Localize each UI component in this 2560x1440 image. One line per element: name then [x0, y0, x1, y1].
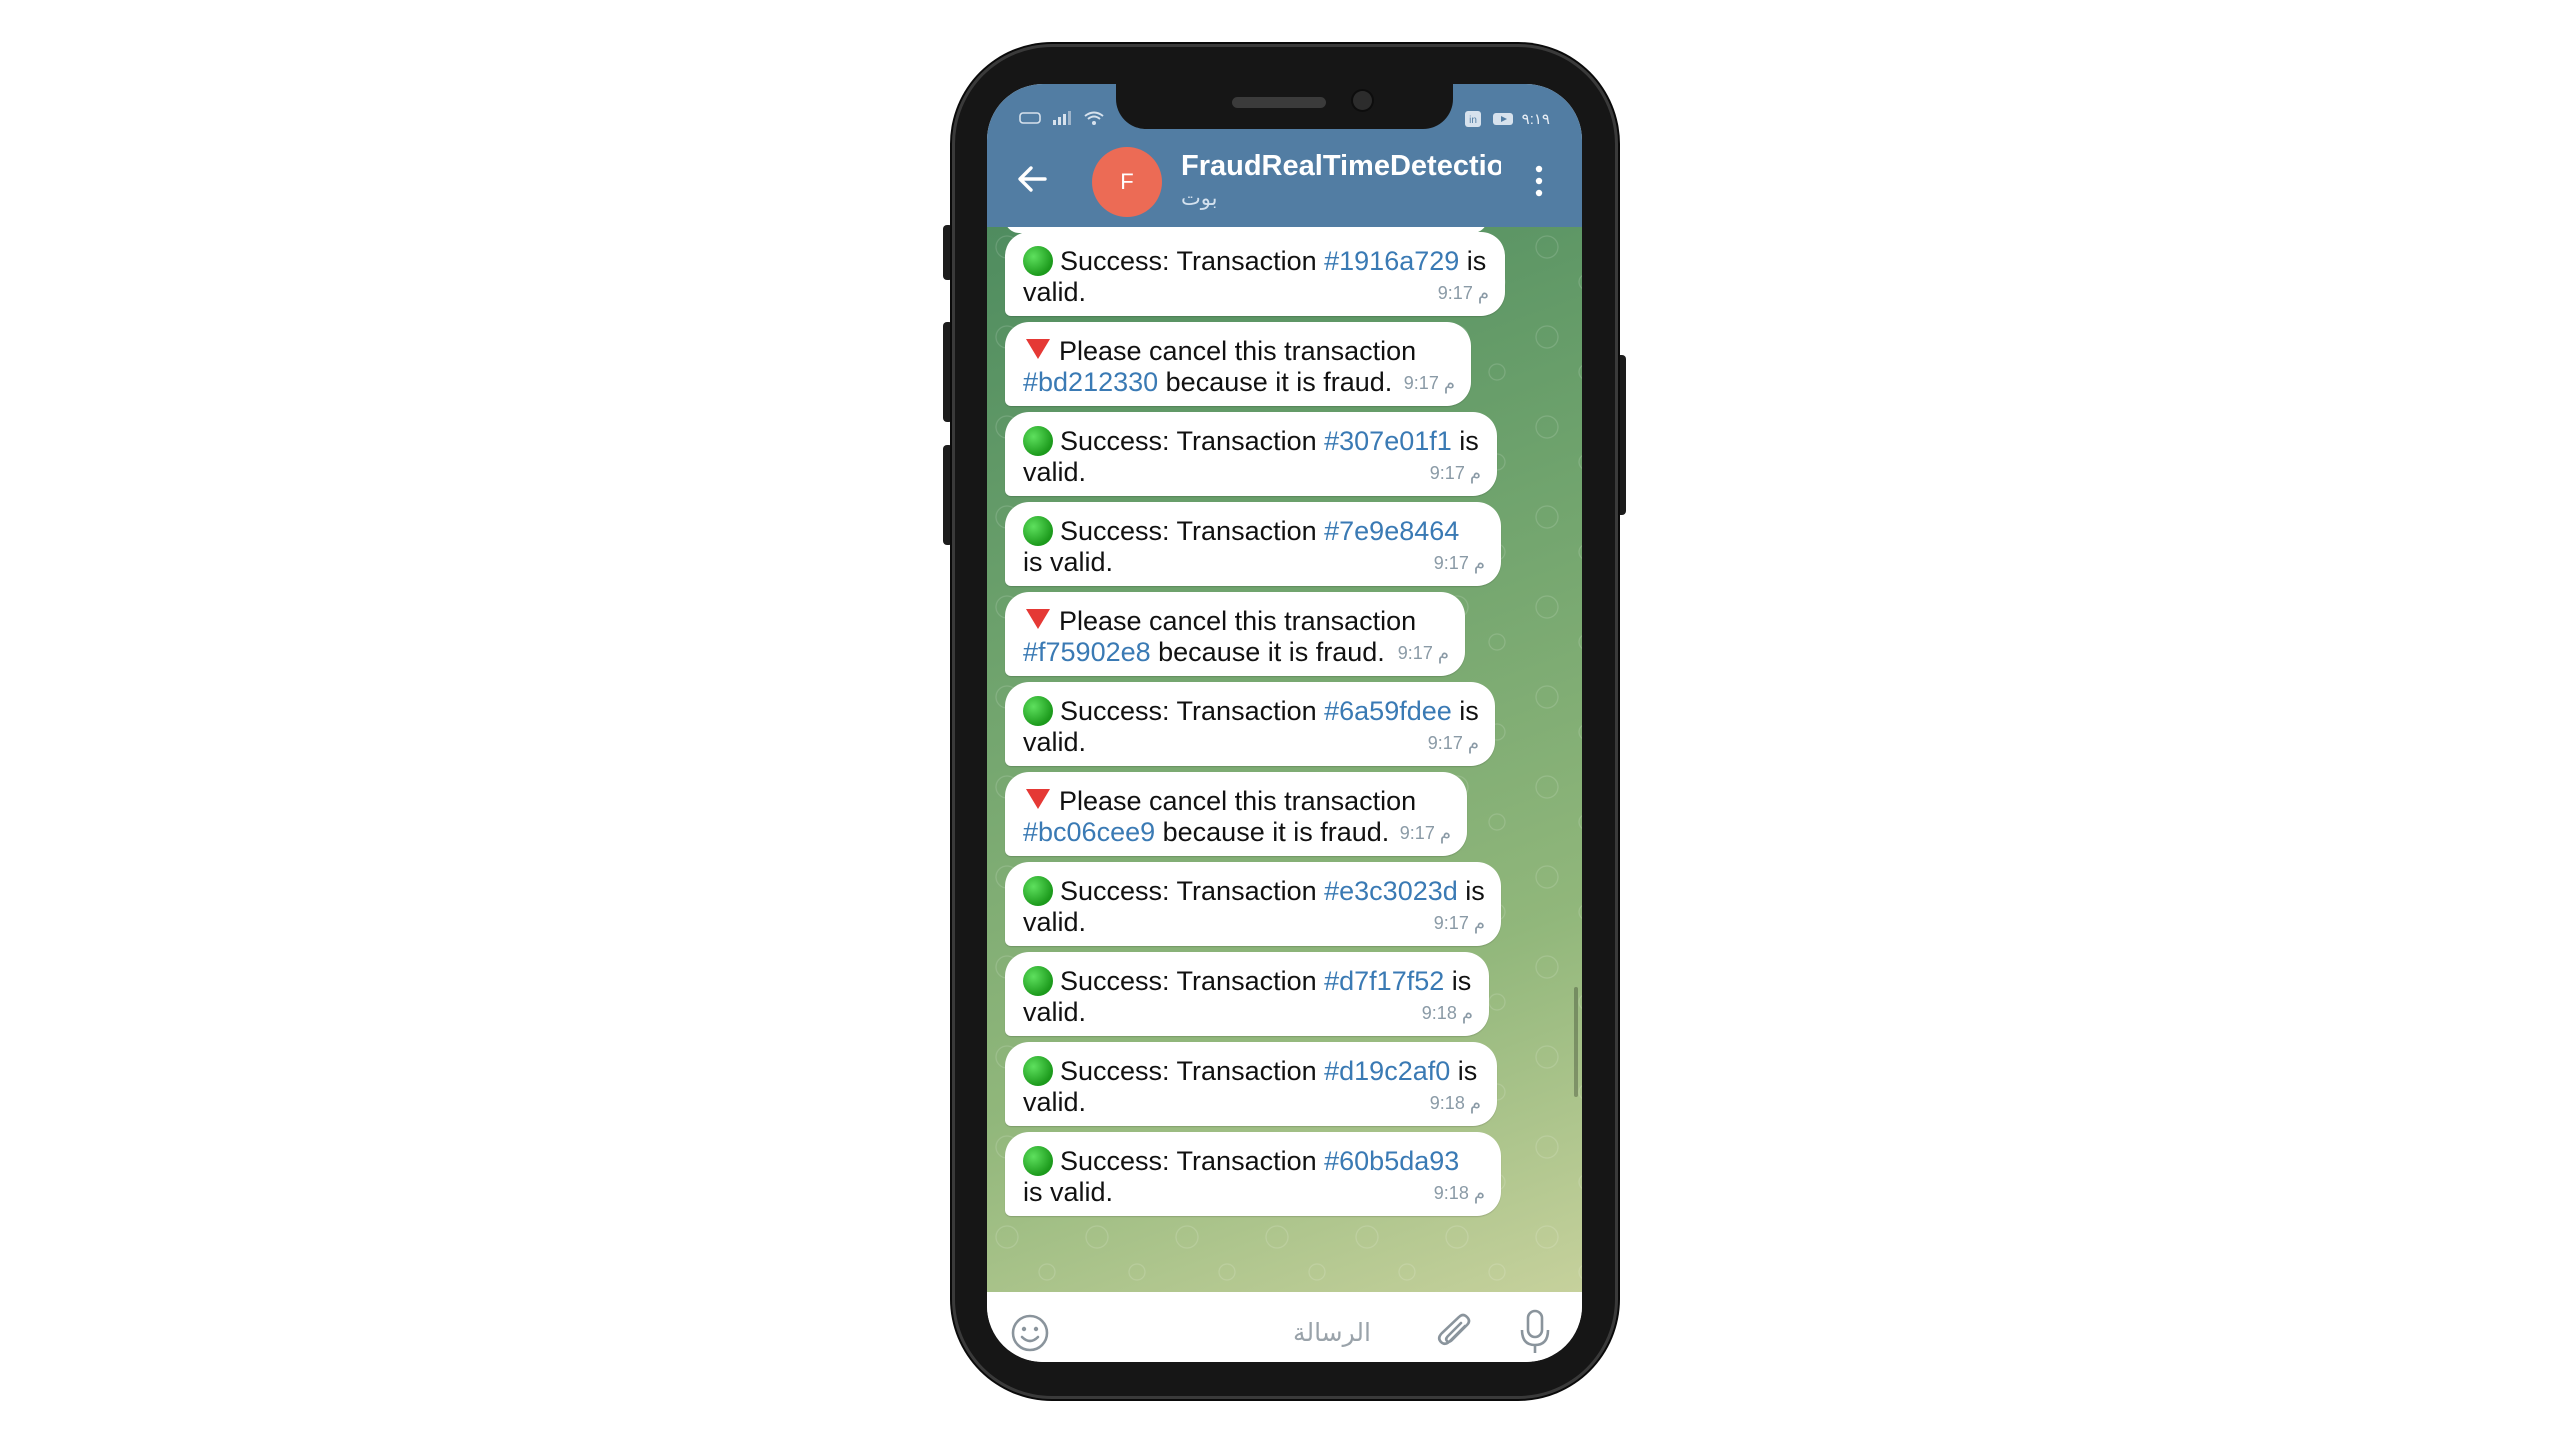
red-triangle-icon: [1026, 339, 1050, 359]
message-timestamp: 9:18 م: [1429, 1093, 1481, 1113]
chat-title[interactable]: FraudRealTimeDetection: [1181, 150, 1501, 183]
message-text: because it is fraud.: [1155, 817, 1390, 847]
transaction-hashtag-link[interactable]: #6a59fdee: [1324, 696, 1452, 726]
success-message[interactable]: Success: Transaction #6a59fdee is valid.…: [1005, 682, 1495, 766]
chat-area[interactable]: Success: Transaction #1916a729 is valid.…: [987, 227, 1582, 1292]
message-text: Success: Transaction: [1060, 966, 1325, 996]
message-text: Success: Transaction: [1060, 516, 1325, 546]
transaction-hashtag-link[interactable]: #f75902e8: [1023, 637, 1151, 667]
message-text: Success: Transaction: [1060, 1056, 1325, 1086]
message-text: because it is fraud.: [1150, 637, 1385, 667]
message-text: Success: Transaction: [1060, 246, 1325, 276]
back-arrow-icon[interactable]: [1015, 162, 1049, 196]
transaction-hashtag-link[interactable]: #d19c2af0: [1324, 1056, 1450, 1086]
success-message[interactable]: Success: Transaction #d19c2af0 is valid.…: [1005, 1042, 1497, 1126]
transaction-hashtag-link[interactable]: #bd212330: [1023, 367, 1158, 397]
fraud-alert-message[interactable]: Please cancel this transaction #bd212330…: [1005, 322, 1471, 406]
message-timestamp: 9:17 م: [1427, 733, 1479, 753]
message-timestamp: 9:17 م: [1433, 913, 1485, 933]
microphone-icon[interactable]: [1517, 1308, 1553, 1356]
hd-voice-icon: [1019, 112, 1041, 124]
transaction-hashtag-link[interactable]: #307e01f1: [1324, 426, 1452, 456]
phone-screen: in ٩:١٩ F FraudRealTimeDetection بوت Suc…: [987, 84, 1582, 1362]
red-triangle-icon: [1026, 609, 1050, 629]
success-message[interactable]: Success: Transaction #60b5da93 is valid.…: [1005, 1132, 1501, 1216]
red-triangle-icon: [1026, 789, 1050, 809]
message-timestamp: 9:17 م: [1437, 283, 1489, 303]
message-text: Success: Transaction: [1060, 1146, 1325, 1176]
success-message[interactable]: Success: Transaction #e3c3023d is valid.…: [1005, 862, 1501, 946]
green-circle-icon: [1023, 426, 1053, 456]
message-text: Success: Transaction: [1060, 426, 1325, 456]
smiley-icon[interactable]: [1009, 1312, 1051, 1354]
linkedin-icon: in: [1464, 111, 1481, 127]
success-message[interactable]: Success: Transaction #1916a729 is valid.…: [1005, 232, 1505, 316]
success-message[interactable]: Success: Transaction #d7f17f52 is valid.…: [1005, 952, 1489, 1036]
message-timestamp: 9:17 م: [1403, 373, 1455, 393]
message-input[interactable]: [1069, 1310, 1373, 1354]
scrollbar[interactable]: [1574, 987, 1578, 1097]
green-circle-icon: [1023, 966, 1053, 996]
message-text: Success: Transaction: [1060, 696, 1325, 726]
message-timestamp: 9:17 م: [1433, 553, 1485, 573]
success-message[interactable]: Success: Transaction #307e01f1 is valid.…: [1005, 412, 1497, 496]
green-circle-icon: [1023, 1146, 1053, 1176]
status-bar-left: [1019, 110, 1105, 126]
status-time: ٩:١٩: [1521, 111, 1550, 128]
success-message[interactable]: Success: Transaction #7e9e8464 is valid.…: [1005, 502, 1501, 586]
transaction-hashtag-link[interactable]: #bc06cee9: [1023, 817, 1155, 847]
svg-text:in: in: [1469, 115, 1477, 126]
earpiece-speaker: [1232, 97, 1326, 108]
message-text: Please cancel this transaction: [1059, 786, 1417, 816]
fraud-alert-message[interactable]: Please cancel this transaction #bc06cee9…: [1005, 772, 1467, 856]
message-text: Success: Transaction: [1060, 876, 1325, 906]
green-circle-icon: [1023, 516, 1053, 546]
transaction-hashtag-link[interactable]: #60b5da93: [1324, 1146, 1459, 1176]
green-circle-icon: [1023, 246, 1053, 276]
message-timestamp: 9:17 م: [1397, 643, 1449, 663]
message-timestamp: 9:17 م: [1429, 463, 1481, 483]
green-circle-icon: [1023, 1056, 1053, 1086]
transaction-hashtag-link[interactable]: #7e9e8464: [1324, 516, 1459, 546]
message-text: Please cancel this transaction: [1059, 606, 1417, 636]
paperclip-icon[interactable]: [1435, 1312, 1475, 1354]
message-timestamp: 9:18 م: [1433, 1183, 1485, 1203]
more-vertical-icon[interactable]: [1533, 164, 1545, 198]
chat-subtitle: بوت: [1181, 187, 1218, 210]
message-composer: [987, 1292, 1582, 1362]
transaction-hashtag-link[interactable]: #1916a729: [1324, 246, 1459, 276]
signal-icon: [1053, 111, 1071, 125]
message-text: is valid.: [1023, 1177, 1114, 1207]
status-bar-right: in ٩:١٩: [1462, 110, 1550, 128]
transaction-hashtag-link[interactable]: #d7f17f52: [1324, 966, 1444, 996]
bot-avatar[interactable]: F: [1092, 147, 1162, 217]
wifi-icon: [1084, 111, 1104, 125]
message-text: Please cancel this transaction: [1059, 336, 1417, 366]
message-timestamp: 9:17 م: [1399, 823, 1451, 843]
transaction-hashtag-link[interactable]: #e3c3023d: [1324, 876, 1458, 906]
fraud-alert-message[interactable]: Please cancel this transaction #f75902e8…: [1005, 592, 1465, 676]
front-camera: [1353, 91, 1372, 110]
message-timestamp: 9:18 م: [1421, 1003, 1473, 1023]
youtube-icon: [1492, 113, 1513, 125]
green-circle-icon: [1023, 876, 1053, 906]
green-circle-icon: [1023, 696, 1053, 726]
message-text: because it is fraud.: [1158, 367, 1393, 397]
message-text: is valid.: [1023, 547, 1114, 577]
